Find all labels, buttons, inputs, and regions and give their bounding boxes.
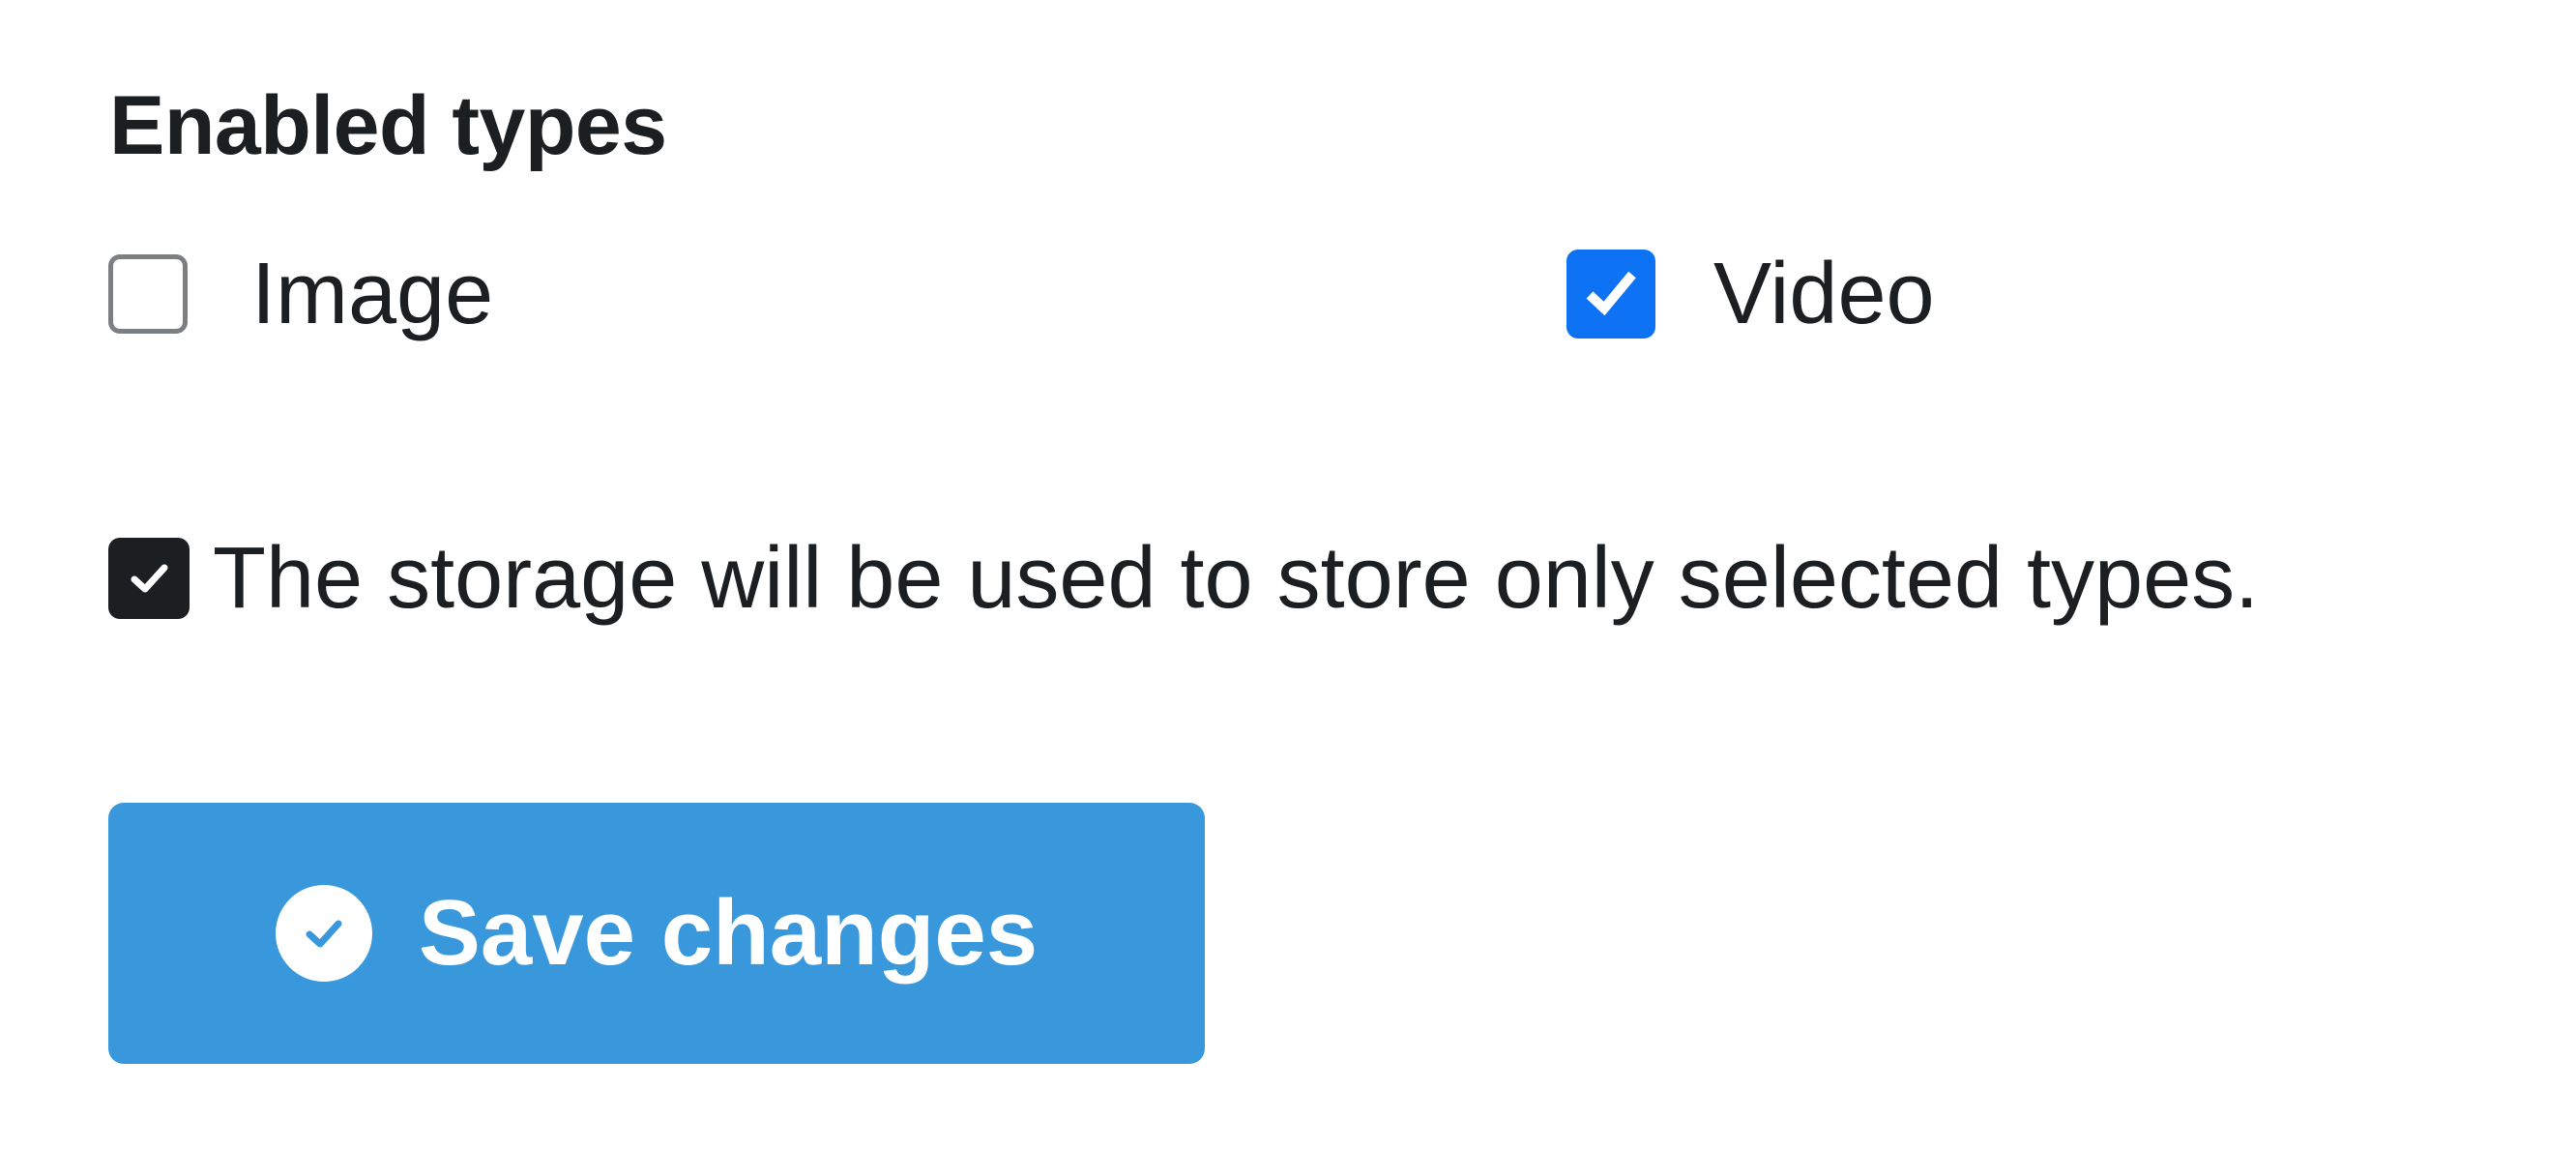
option-image[interactable]: Image (108, 250, 493, 339)
video-checkbox[interactable] (1566, 250, 1655, 339)
enabled-types-form: Enabled types Image Video The storage wi… (0, 0, 2576, 1149)
check-icon (1586, 271, 1636, 316)
check-circle-icon (275, 885, 372, 982)
section-title: Enabled types (109, 79, 667, 172)
save-button-label: Save changes (418, 881, 1039, 985)
check-mark-icon (131, 564, 168, 593)
image-checkbox[interactable] (108, 254, 188, 334)
check-mark-icon (306, 920, 342, 948)
option-image-label: Image (251, 246, 494, 342)
check-icon (108, 538, 190, 619)
save-button[interactable]: Save changes (108, 803, 1205, 1064)
option-video[interactable]: Video (1566, 250, 1935, 339)
info-note: The storage will be used to store only s… (108, 534, 2259, 623)
option-video-label: Video (1713, 246, 1935, 342)
info-note-text: The storage will be used to store only s… (213, 530, 2260, 627)
